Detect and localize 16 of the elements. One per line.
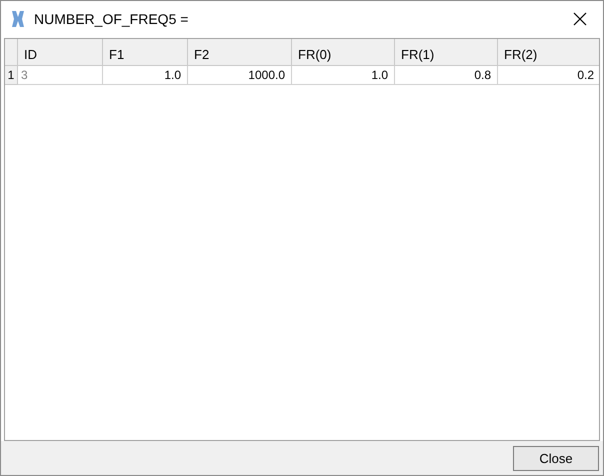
column-header[interactable]: FR(2) — [498, 39, 599, 66]
column-header[interactable]: FR(1) — [395, 39, 498, 66]
close-button[interactable]: Close — [513, 446, 599, 470]
column-header[interactable]: ID — [18, 39, 103, 66]
table-cell[interactable]: 3 — [18, 66, 103, 85]
window-title: NUMBER_OF_FREQ5 = — [34, 11, 188, 27]
column-header[interactable]: F1 — [103, 39, 188, 66]
row-header[interactable]: 1 — [5, 66, 18, 85]
table-cell[interactable]: 1.0 — [292, 66, 395, 85]
column-header[interactable]: F2 — [188, 39, 292, 66]
table-cell[interactable]: 0.8 — [395, 66, 498, 85]
table-cell[interactable]: 1.0 — [103, 66, 188, 85]
column-header[interactable]: FR(0) — [292, 39, 395, 66]
table-cell[interactable]: 1000.0 — [188, 66, 292, 85]
app-logo-icon — [11, 10, 26, 28]
table-cell[interactable]: 0.2 — [498, 66, 599, 85]
